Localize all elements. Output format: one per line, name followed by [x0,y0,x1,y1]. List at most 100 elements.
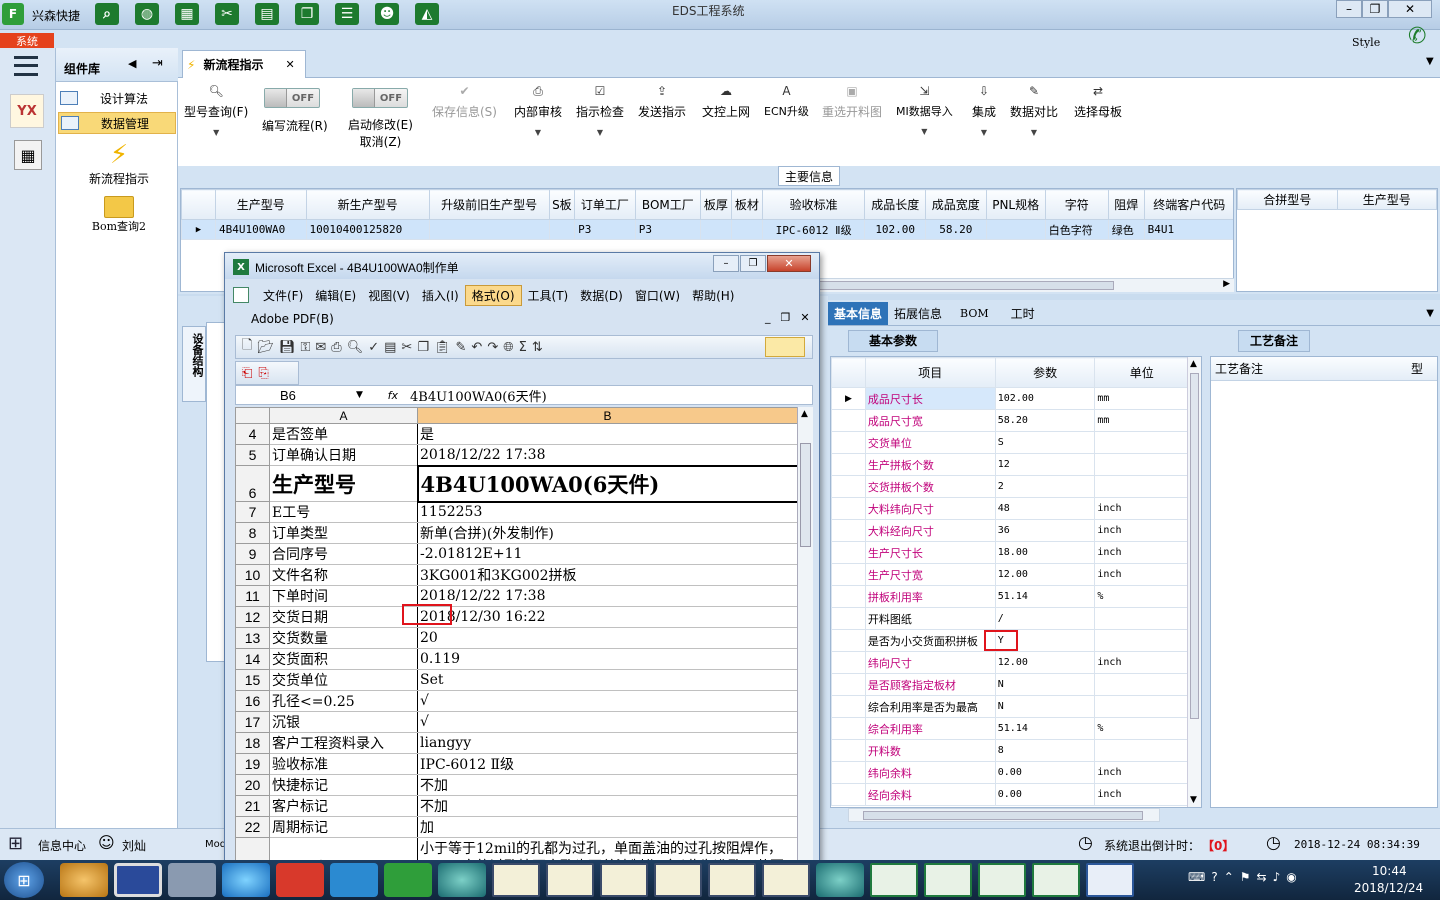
column-header[interactable]: 成品宽度 [924,189,987,220]
grid-cell[interactable]: 白色字符 [1044,219,1109,240]
tab-bom[interactable]: BOM [948,304,1001,323]
doc-restore-icon[interactable]: ❐ [781,311,791,324]
main-hscrollbar[interactable]: ▶ [810,278,1234,292]
calculator-icon[interactable]: ▦ [14,140,42,170]
cell-b[interactable]: -2.01812E+11 [417,543,797,565]
grid-cell[interactable] [985,219,1046,240]
col-production-model[interactable]: 生产型号 [1336,189,1437,210]
cell-b[interactable]: 20 [417,627,797,649]
row-number[interactable]: 15 [235,669,270,691]
fill-color-button[interactable] [765,337,805,357]
params-row[interactable]: 经向余料 0.00 inch [831,783,1189,806]
row-number[interactable]: 13 [235,627,270,649]
tab-extended-info[interactable]: 拓展信息 [888,302,948,325]
library-item-design[interactable]: 设计算法 [58,88,176,108]
list-icon[interactable]: ☰ [335,3,359,25]
floppy-icon[interactable] [114,863,162,897]
row-number[interactable]: 17 [235,711,270,733]
param-value[interactable]: 12 [994,453,1096,476]
search-icon[interactable]: ⌕ [95,3,119,25]
model-query-button[interactable]: 🔍︎ 型号查询(F) ▼ [184,82,248,152]
keyboard-icon[interactable]: ⌨ [1188,870,1205,884]
copy-icon[interactable]: ❐ [417,340,429,355]
cell-b[interactable]: 加 [417,816,797,838]
name-box-dropdown-icon[interactable]: ▼ [356,390,370,400]
doc-online-button[interactable]: ☁ 文控上网 [702,82,750,152]
pdf-icon[interactable]: ⎗ [242,366,252,381]
tab-system[interactable]: 系统 [0,33,54,49]
cell-a[interactable]: 下单时间 [269,585,418,607]
cell-a[interactable]: 交货数量 [269,627,418,649]
column-header[interactable]: 升级前旧生产型号 [428,189,550,220]
excel-menu-item[interactable]: 数据(D) [574,286,629,305]
instruction-check-button[interactable]: ☑ 指示检查 ▼ [576,82,624,152]
row-number[interactable]: 16 [235,690,270,712]
column-header[interactable]: 成品长度 [864,189,926,220]
params-row[interactable]: 纬向尺寸 12.00 inch [831,651,1189,674]
column-header[interactable]: 生产型号 [215,189,307,220]
cell-a[interactable]: 验收标准 [269,753,418,775]
maximize-button[interactable]: ❐ [1362,0,1388,18]
row-number[interactable]: 20 [235,774,270,796]
undo-icon[interactable]: ↶ [471,340,482,355]
basic-params-subtab[interactable]: 基本参数 [848,330,938,352]
grid-cell[interactable] [548,219,576,240]
cell-a[interactable]: 孔径<=0.25 [269,690,418,712]
library-item-data[interactable]: 数据管理 [58,112,176,134]
grid-cell[interactable]: P3 [574,219,636,240]
format-painter-icon[interactable]: ✎ [456,340,467,355]
save-info-button[interactable]: ✔ 保存信息(S) [432,82,497,152]
internal-review-button[interactable]: ⎙ 内部审核 ▼ [514,82,562,152]
excel-menu-item[interactable]: 格式(O) [464,284,522,306]
tab-menu-icon[interactable]: ▼ [1426,56,1434,67]
cell-b[interactable]: 2018/12/22 17:38 [417,585,797,607]
user-icon[interactable]: ☻ [375,3,399,25]
col-type[interactable]: 型 [1411,360,1423,377]
device-structure-tab[interactable]: 设备结构 [182,326,206,402]
bird-icon[interactable] [330,863,378,897]
excel-doc-icon[interactable] [1032,863,1080,897]
param-value[interactable]: 51.14 [994,585,1096,608]
tab-basic-info[interactable]: 基本信息 [828,302,889,325]
cell-b[interactable]: IPC-6012 Ⅱ级 [417,753,797,775]
col-merge-model[interactable]: 合拼型号 [1237,189,1338,210]
name-box[interactable]: B6 [236,388,356,403]
param-value[interactable]: / [994,607,1096,630]
cell-b[interactable]: 新单(合拼)(外发制作) [417,522,797,544]
row-number[interactable]: 8 [235,522,270,544]
params-row[interactable]: 拼板利用率 51.14% [831,585,1189,608]
close-icon[interactable]: ✕ [285,58,294,71]
column-header[interactable]: BOM工厂 [634,189,701,220]
chart-icon[interactable]: ◭ [415,3,439,25]
grid-cell[interactable]: P3 [634,219,701,240]
row-number[interactable]: 10 [235,564,270,586]
cell-a[interactable]: 是否签单 [269,423,418,445]
close-button[interactable]: ✕ [1388,0,1432,18]
spelling-icon[interactable]: ✓ [368,340,379,355]
param-value[interactable]: 12.00 [994,563,1096,586]
save-icon[interactable]: 💾︎ [279,340,296,355]
row-number[interactable]: 12 [235,606,270,628]
row-number[interactable]: 18 [235,732,270,754]
cell-a[interactable]: 交货日期 [269,606,418,628]
row-number[interactable]: 4 [235,423,270,445]
permission-icon[interactable]: ⚿ [300,340,310,355]
panel-menu-icon[interactable]: ▼ [1426,308,1434,319]
cell-b[interactable]: 不加 [417,774,797,796]
excel-maximize-button[interactable]: ❐ [740,255,766,272]
excel-menu-item[interactable]: 帮助(H) [686,286,740,305]
cell-a[interactable]: 客户标记 [269,795,418,817]
cell-b[interactable]: 0.119 [417,648,797,670]
grid-cell[interactable] [699,219,732,240]
data-compare-button[interactable]: ✎ 数据对比 ▼ [1010,82,1058,152]
window-icon[interactable] [492,863,540,897]
params-row[interactable]: ▶ 成品尺寸长 102.00 mm [831,387,1189,410]
pin-icon[interactable]: ⇥ [152,56,163,71]
excel-menu-item[interactable]: 插入(I) [416,286,465,305]
globe-icon[interactable]: ◍ [135,3,159,25]
column-header[interactable]: 板材 [730,189,763,220]
volume-icon[interactable]: ♪ [1273,870,1281,884]
cell-b[interactable]: 不加 [417,795,797,817]
column-header-b[interactable]: B [417,407,797,424]
select-master-button[interactable]: ⇄ 选择母板 [1074,82,1122,152]
